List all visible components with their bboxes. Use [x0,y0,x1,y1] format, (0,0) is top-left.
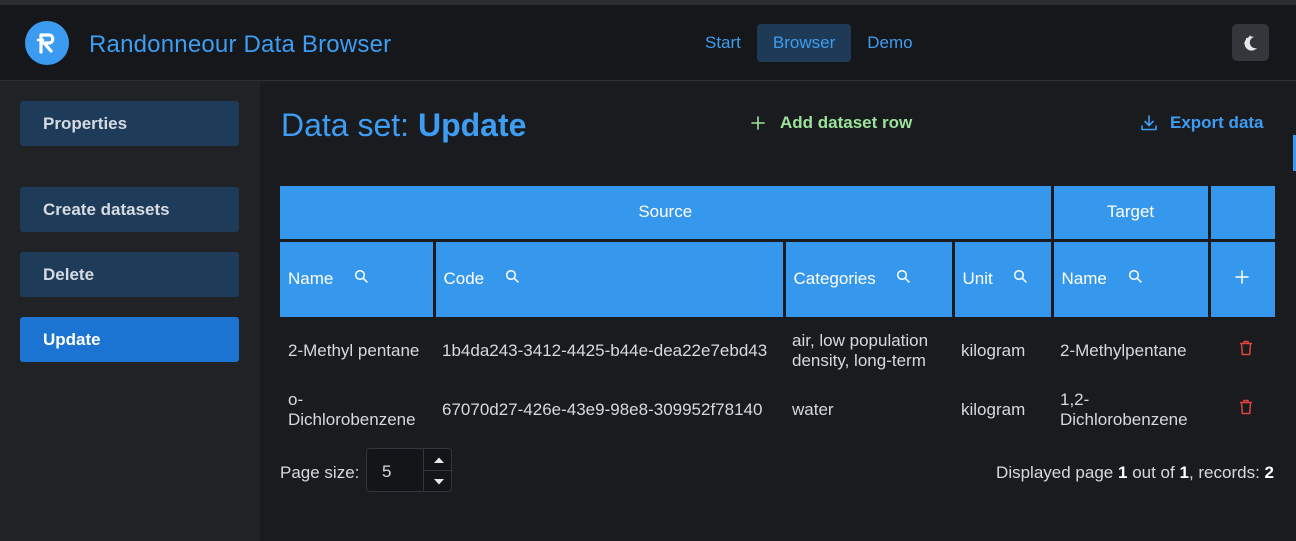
cell-code[interactable]: 1b4da243-3412-4425-b44e-dea22e7ebd43 [434,318,784,382]
export-data-button[interactable]: Export data [1140,113,1264,133]
table-row[interactable]: o-Dichlorobenzene 67070d27-426e-43e9-98e… [280,382,1275,438]
page-title-name: Update [417,107,527,143]
add-dataset-row-label: Add dataset row [780,113,913,132]
pagination-prefix: Displayed page [996,463,1114,482]
column-categories: Categories [782,238,955,320]
theme-toggle-button[interactable] [1232,24,1269,61]
sidebar-item-create-datasets[interactable]: Create datasets [20,187,239,232]
column-source-name-label: Name [288,268,334,288]
cell-source-name[interactable]: 2-Methyl pentane [280,318,434,382]
trash-icon[interactable] [1239,399,1253,420]
sidebar-item-properties[interactable]: Properties [20,101,239,146]
cell-target-name[interactable]: 2-Methylpentane [1052,318,1209,382]
add-dataset-row-button[interactable]: Add dataset row [750,113,912,133]
nav-browser[interactable]: Browser [756,24,852,62]
cell-target-name[interactable]: 1,2-Dichlorobenzene [1052,382,1209,438]
column-categories-label: Categories [793,268,876,288]
search-icon[interactable] [896,269,911,289]
search-icon[interactable] [505,269,520,289]
cell-source-name[interactable]: o-Dichlorobenzene [280,382,434,438]
column-source-name: Name [280,238,436,320]
record-count: 2 [1264,463,1274,482]
sidebar-item-update[interactable]: Update [20,317,239,362]
search-icon[interactable] [1128,269,1143,289]
column-code-label: Code [443,268,485,288]
cell-categories[interactable]: water [784,382,953,438]
target-group-header: Target [1050,186,1211,242]
page-title-prefix: Data set: [281,107,410,143]
actions-group-header [1207,186,1275,242]
plus-icon [1235,270,1249,284]
theme-toggle-icon [1243,35,1257,51]
nav-start[interactable]: Start [693,24,753,62]
pagination-records-label: , records: [1188,463,1260,482]
page-size-stepper[interactable]: 5 [366,448,453,492]
pagination-info: Displayed page 1 out of 1, records: 2 [996,463,1274,483]
sidebar: Properties Create datasets Delete Update [0,81,260,541]
source-group-header: Source [280,186,1054,242]
table-column-header-row: Name Code Categories Unit Name [280,238,1275,320]
cell-actions [1209,318,1275,382]
column-code: Code [432,238,786,320]
sidebar-item-delete[interactable]: Delete [20,252,239,297]
cell-code[interactable]: 67070d27-426e-43e9-98e8-309952f78140 [434,382,784,438]
column-target-name-label: Name [1061,268,1107,288]
nav-demo[interactable]: Demo [855,24,924,62]
chevron-down-icon [433,478,444,484]
download-icon [1141,115,1157,131]
top-nav: Start Browser Demo [693,24,925,62]
search-icon[interactable] [354,269,369,289]
column-unit: Unit [951,238,1054,320]
export-data-label: Export data [1170,113,1264,132]
cell-unit[interactable]: kilogram [953,318,1052,382]
pagination-mid: out of [1132,463,1175,482]
search-icon[interactable] [1013,269,1028,289]
column-target-name: Name [1050,238,1211,320]
stepper-buttons [423,449,453,491]
add-row-header-button[interactable] [1207,238,1275,320]
logo-icon[interactable] [25,21,69,65]
table-row[interactable]: 2-Methyl pentane 1b4da243-3412-4425-b44e… [280,318,1275,382]
plus-icon [751,116,765,130]
chevron-up-icon [433,457,444,463]
column-unit-label: Unit [962,268,993,288]
page-size-value[interactable]: 5 [382,462,391,482]
app-title[interactable]: Randonneour Data Browser [89,31,391,59]
page-size-increment-button[interactable] [424,449,453,471]
page-size-label: Page size: [280,463,360,482]
table-group-header-row: Source Target [280,186,1275,242]
page-size-decrement-button[interactable] [424,471,453,492]
cell-actions [1209,382,1275,438]
trash-icon[interactable] [1239,340,1253,361]
page-title: Data set: Update [281,107,526,144]
current-page: 1 [1117,463,1128,482]
app-header: Randonneour Data Browser Start Browser D… [0,5,1296,81]
cell-categories[interactable]: air, low population density, long-term [784,318,953,382]
dataset-table: Source Target Name Code Categories Unit … [280,186,1275,438]
total-pages: 1 [1179,463,1189,482]
cell-unit[interactable]: kilogram [953,382,1052,438]
